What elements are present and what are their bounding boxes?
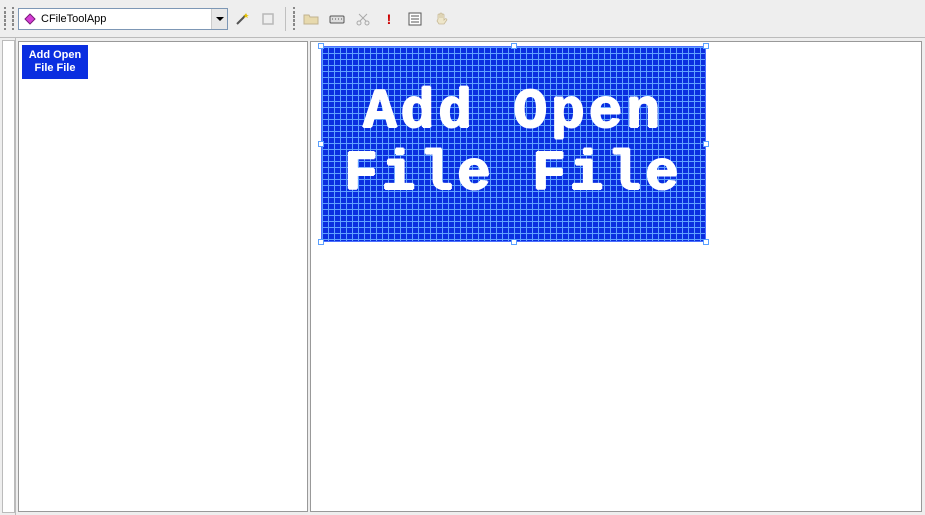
toolbar: CFileToolApp ! bbox=[0, 0, 925, 38]
resize-handle-s[interactable] bbox=[511, 239, 517, 245]
resize-handle-sw[interactable] bbox=[318, 239, 324, 245]
thumb-text: File bbox=[35, 63, 54, 74]
bitmap-text-line: File File bbox=[344, 144, 682, 206]
thumb-text: Add bbox=[29, 50, 50, 61]
bitmap-editor[interactable]: Add Open File File bbox=[310, 41, 922, 512]
bitmap-text-line: Add Open bbox=[363, 82, 664, 144]
bang-icon[interactable]: ! bbox=[377, 7, 401, 31]
unknown-icon bbox=[256, 7, 280, 31]
toolbar-separator bbox=[285, 7, 286, 31]
left-gutter bbox=[0, 38, 16, 515]
toolbar-class-combo-fragment: CFileToolApp bbox=[10, 5, 280, 33]
toolbar-grip[interactable] bbox=[2, 5, 8, 33]
resize-handle-se[interactable] bbox=[703, 239, 709, 245]
svg-text:!: ! bbox=[387, 11, 392, 27]
resource-list-panel[interactable]: Add Open File File bbox=[18, 41, 308, 512]
list-icon[interactable] bbox=[403, 7, 427, 31]
toolbar-editor-fragment: ! bbox=[291, 5, 453, 33]
wand-icon[interactable] bbox=[230, 7, 254, 31]
resize-handle-e[interactable] bbox=[703, 141, 709, 147]
resize-handle-w[interactable] bbox=[318, 141, 324, 147]
hand-icon bbox=[429, 7, 453, 31]
scissors-icon bbox=[351, 7, 375, 31]
folder-icon bbox=[299, 7, 323, 31]
toolbar-grip[interactable] bbox=[10, 5, 16, 33]
thumb-text: Open bbox=[53, 50, 81, 61]
workspace: Add Open File File Add Open File File bbox=[0, 38, 925, 515]
keyboard-icon[interactable] bbox=[325, 7, 349, 31]
thumb-text: File bbox=[57, 63, 76, 74]
toolbar-grip[interactable] bbox=[291, 5, 297, 33]
bitmap[interactable]: Add Open File File bbox=[321, 46, 706, 242]
class-combo[interactable]: CFileToolApp bbox=[18, 8, 228, 30]
chevron-down-icon[interactable] bbox=[211, 9, 227, 29]
resize-handle-n[interactable] bbox=[511, 43, 517, 49]
toolbar-left-fragment bbox=[2, 5, 8, 33]
resize-handle-ne[interactable] bbox=[703, 43, 709, 49]
bitmap-thumbnail[interactable]: Add Open File File bbox=[23, 46, 87, 78]
resize-handle-nw[interactable] bbox=[318, 43, 324, 49]
class-combo-text: CFileToolApp bbox=[41, 13, 211, 25]
bitmap-selection[interactable]: Add Open File File bbox=[321, 46, 706, 242]
diamond-icon bbox=[23, 12, 37, 26]
